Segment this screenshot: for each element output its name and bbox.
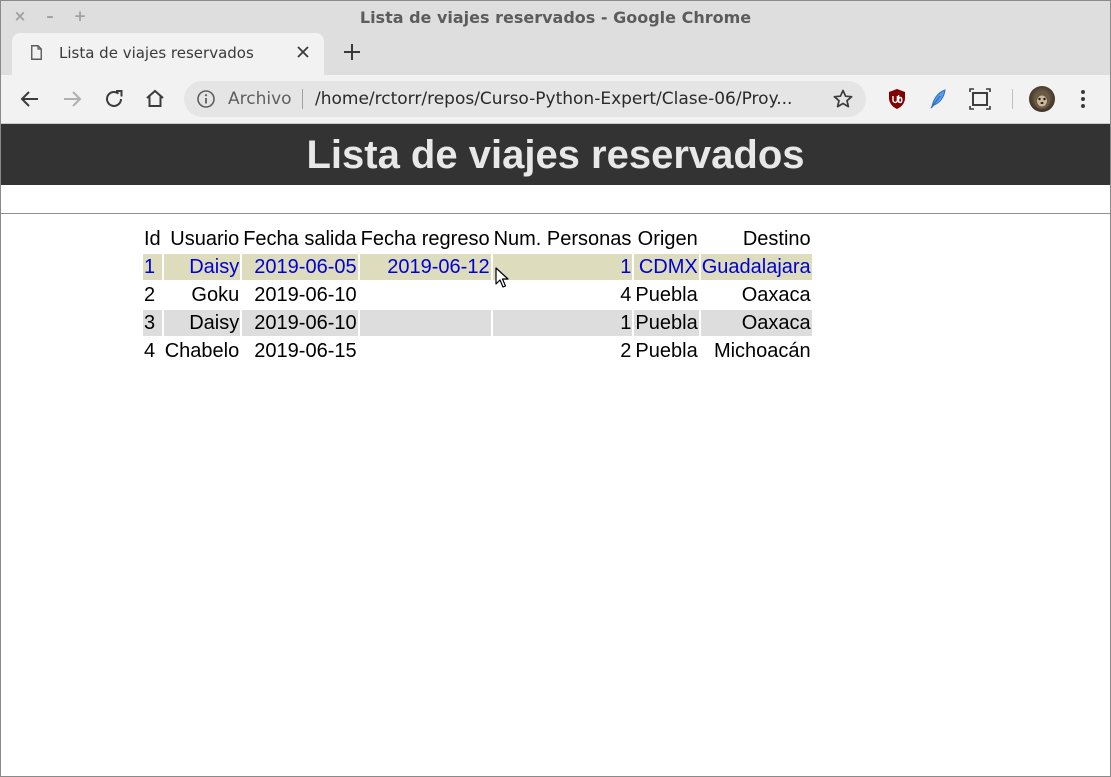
column-header-num-personas: Num. Personas (493, 227, 632, 250)
plus-icon[interactable] (342, 42, 362, 62)
cell-fecha-salida: 2019-06-10 (242, 310, 358, 336)
close-icon[interactable] (294, 43, 312, 61)
cell-fecha-regreso (360, 338, 491, 364)
table-row[interactable]: 3 Daisy 2019-06-10 1 Puebla Oaxaca (143, 310, 812, 336)
window-title: Lista de viajes reservados - Google Chro… (359, 8, 752, 27)
cell-id: 2 (144, 283, 156, 306)
omnibox-separator (302, 89, 303, 109)
cell-destino: Oaxaca (741, 283, 811, 306)
cell-origen: Puebla (635, 339, 698, 362)
cell-fecha-regreso (360, 282, 491, 308)
profile-avatar[interactable] (1029, 86, 1055, 112)
cell-usuario: Chabelo (164, 339, 240, 362)
cell-origen: CDMX (634, 254, 699, 280)
cell-usuario: Daisy (163, 310, 241, 336)
cell-num-personas: 2 (620, 339, 632, 362)
page-icon (31, 45, 42, 60)
star-icon[interactable] (832, 88, 854, 110)
horizontal-rule (1, 213, 1110, 214)
title-bar[interactable]: × – + Lista de viajes reservados - Googl… (1, 1, 1110, 33)
tab-active[interactable]: Lista de viajes reservados (12, 33, 324, 75)
browser-toolbar: Archivo /home/rctorr/repos/Curso-Python-… (1, 75, 1110, 124)
cell-fecha-regreso (359, 310, 491, 336)
trips-table: Id Usuario Fecha salida Fecha regreso Nu… (141, 224, 814, 366)
cell-id: 4 (144, 339, 156, 362)
cell-origen: Puebla (635, 283, 698, 306)
cell-usuario: Daisy (163, 254, 241, 280)
cell-fecha-regreso: 2019-06-12 (359, 254, 491, 280)
avatar-image (1034, 91, 1050, 109)
mouse-pointer-icon (495, 267, 509, 288)
cell-id: 1 (143, 254, 162, 280)
reload-icon[interactable] (102, 87, 126, 111)
page-title: Lista de viajes reservados (306, 133, 805, 177)
info-icon[interactable] (196, 89, 216, 109)
home-icon[interactable] (143, 87, 167, 111)
tab-strip: Lista de viajes reservados (1, 33, 1110, 75)
cell-num-personas: 1 (492, 310, 633, 336)
cell-num-personas: 4 (620, 283, 632, 306)
column-header-usuario: Usuario (170, 227, 240, 250)
kebab-menu-icon[interactable] (1071, 87, 1095, 111)
cell-destino: Guadalajara (700, 254, 812, 280)
column-header-destino: Destino (742, 227, 811, 250)
url-text[interactable]: /home/rctorr/repos/Curso-Python-Expert/C… (315, 89, 815, 109)
column-header-fecha-regreso: Fecha regreso (360, 227, 490, 250)
ublock-origin-icon[interactable] (885, 87, 909, 111)
cell-origen: Puebla (634, 310, 699, 336)
address-bar[interactable]: Archivo /home/rctorr/repos/Curso-Python-… (184, 81, 866, 117)
page-content: Lista de viajes reservados Id Usuario Fe… (1, 124, 1110, 775)
tab-title: Lista de viajes reservados (59, 44, 254, 62)
cell-fecha-salida: 2019-06-15 (254, 339, 357, 362)
cell-id: 3 (143, 310, 162, 336)
cell-usuario: Goku (191, 283, 240, 306)
browser-window: × – + Lista de viajes reservados - Googl… (0, 0, 1111, 777)
url-scheme-label: Archivo (228, 89, 292, 109)
column-header-fecha-salida: Fecha salida (243, 227, 357, 250)
cell-num-personas: 1 (492, 254, 633, 280)
table-row[interactable]: 1 Daisy 2019-06-05 2019-06-12 1 CDMX Gua… (143, 254, 812, 280)
page-header: Lista de viajes reservados (1, 124, 1110, 185)
table-row[interactable]: 2 Goku 2019-06-10 4 Puebla Oaxaca (143, 282, 812, 308)
feather-extension-icon[interactable] (926, 87, 950, 111)
back-arrow-icon[interactable] (18, 87, 42, 111)
toolbar-divider (1012, 89, 1013, 109)
forward-arrow-icon[interactable] (60, 87, 84, 111)
cell-destino: Oaxaca (700, 310, 812, 336)
screen-capture-icon[interactable] (968, 87, 992, 111)
table-row[interactable]: 4 Chabelo 2019-06-15 2 Puebla Michoacán (143, 338, 812, 364)
column-header-origen: Origen (637, 227, 698, 250)
column-header-id: Id (144, 227, 161, 250)
cell-fecha-salida: 2019-06-10 (254, 283, 357, 306)
cell-destino: Michoacán (713, 339, 811, 362)
table-header-row: Id Usuario Fecha salida Fecha regreso Nu… (143, 226, 812, 252)
cell-fecha-salida: 2019-06-05 (242, 254, 358, 280)
